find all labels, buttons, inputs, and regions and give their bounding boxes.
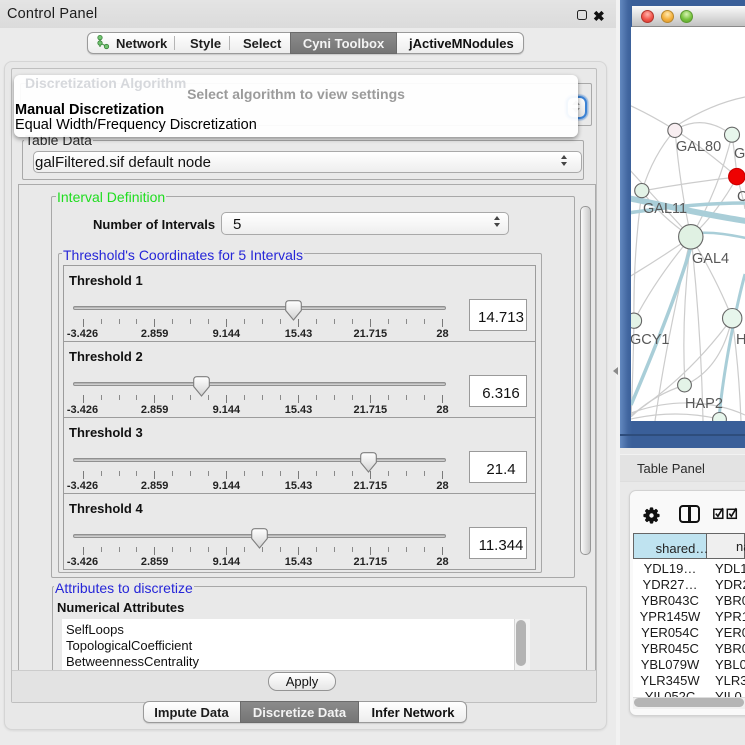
svg-text:GAL4: GAL4 [692,251,729,267]
svg-text:GAL11: GAL11 [643,201,687,217]
svg-text:GCY1: GCY1 [631,332,670,348]
svg-text:GA: GA [734,146,745,162]
svg-text:HAP2: HAP2 [685,396,723,412]
svg-text:C: C [737,189,745,205]
svg-text:H: H [736,332,745,348]
svg-text:GAL80: GAL80 [676,139,721,155]
